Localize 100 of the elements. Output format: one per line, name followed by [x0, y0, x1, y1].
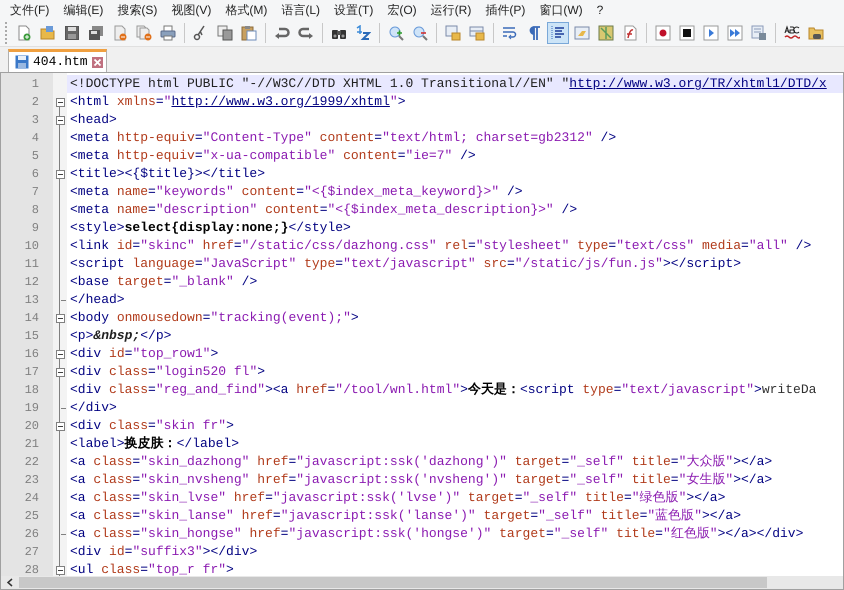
code-line: <head>	[70, 111, 117, 129]
line-number: 7	[32, 184, 39, 201]
menu-item[interactable]: 设置(T)	[327, 0, 380, 18]
scrollbar-thumb[interactable]	[19, 577, 767, 588]
scroll-left-icon[interactable]	[6, 578, 13, 587]
line-number: 19	[24, 400, 39, 417]
lock-window-icon	[469, 24, 485, 40]
record-icon	[655, 24, 671, 40]
code-line: <script language="JavaScript" type="text/javascript" src="/static/js/fun.js"></script>	[70, 255, 741, 273]
line-number: 24	[24, 490, 39, 507]
close-all-icon	[136, 24, 152, 40]
fold-toggle-icon[interactable]	[56, 350, 64, 358]
line-number: 27	[24, 544, 39, 561]
line-number: 3	[32, 112, 39, 129]
line-number: 25	[24, 508, 39, 525]
code-line: <meta http-equiv="x-ua-compatible" content="ie=7" />	[70, 147, 476, 165]
horizontal-scrollbar[interactable]	[1, 576, 843, 589]
fast-forward-icon	[727, 24, 743, 40]
menu-item[interactable]: 搜索(S)	[110, 0, 164, 18]
line-number: 10	[24, 238, 39, 255]
save-macro-icon	[751, 24, 767, 40]
indent-guide-icon	[550, 24, 566, 40]
open-folder-icon	[40, 24, 56, 40]
line-number: 22	[24, 454, 39, 471]
line-number: 26	[24, 526, 39, 543]
menu-item[interactable]: 视图(V)	[164, 0, 218, 18]
menu-item[interactable]: ?	[590, 0, 610, 18]
code-line: <base target="_blank" />	[70, 273, 258, 291]
menu-item[interactable]: 格式(M)	[218, 0, 274, 18]
menu-item[interactable]: 宏(O)	[380, 0, 424, 18]
code-line: <div class="login520 fl">	[70, 363, 266, 381]
code-line: <html xmlns="http://www.w3.org/1999/xhtml">	[70, 93, 406, 111]
code-line: <link id="skinc" href="/static/css/dazhong.css" rel="stylesheet" type="text/css" media="all" />	[70, 237, 812, 255]
code-line: <style>select{display:none;}</style>	[70, 219, 351, 237]
code-line: </head>	[70, 291, 125, 309]
code-line: </div>	[70, 399, 117, 417]
line-number: 12	[24, 274, 39, 291]
menu-item[interactable]: 编辑(E)	[56, 0, 110, 18]
fold-toggle-icon[interactable]	[56, 314, 64, 322]
line-number: 14	[24, 310, 39, 327]
menu-item[interactable]: 窗口(W)	[532, 0, 590, 18]
line-number: 23	[24, 472, 39, 489]
function-list-icon	[622, 24, 638, 40]
code-line: <meta name="keywords" content="<{$index_meta_keyword}>" />	[70, 183, 523, 201]
line-number: 17	[24, 364, 39, 381]
line-number: 15	[24, 328, 39, 345]
line-number: 8	[32, 202, 39, 219]
menu-item[interactable]: 文件(F)	[3, 0, 56, 18]
code-line: <!DOCTYPE html PUBLIC "-//W3C//DTD XHTML 1.0 Transitional//EN" "http://www.w3.org/TR/xhtml1/DTD/x	[70, 75, 827, 93]
fold-toggle-icon[interactable]	[56, 422, 64, 430]
toolbar-button[interactable]	[547, 22, 569, 44]
code-line: <a class="skin_dazhong" href="javascript:ssk('dazhong')" target="_self" title="大众版"></a>	[70, 453, 772, 471]
code-line: <body onmousedown="tracking(event);">	[70, 309, 359, 327]
code-line: <a class="skin_lanse" href="javascript:ssk('lanse')" target="_self" title="蓝色版"></a>	[70, 507, 742, 525]
line-number: 11	[24, 256, 39, 273]
save-icon	[15, 55, 29, 69]
save-all-icon	[88, 24, 104, 40]
close-file-icon	[112, 24, 128, 40]
line-number: 4	[32, 130, 39, 147]
code-line: <meta http-equiv="Content-Type" content="text/html; charset=gb2312" />	[70, 129, 616, 147]
line-number: 18	[24, 382, 39, 399]
play-icon	[703, 24, 719, 40]
code-line: <label>换皮肤：</label>	[70, 435, 240, 453]
line-number: 28	[24, 562, 39, 576]
code-line: <ul class="top_r fr">	[70, 561, 234, 576]
line-number: 6	[32, 166, 39, 183]
line-number: 5	[32, 148, 39, 165]
spellcheck-icon	[784, 24, 800, 40]
line-number: 16	[24, 346, 39, 363]
fold-toggle-icon[interactable]	[56, 368, 64, 376]
menu-item[interactable]: 插件(P)	[478, 0, 532, 18]
menu-item[interactable]: 运行(R)	[424, 0, 478, 18]
fold-toggle-icon[interactable]	[56, 566, 64, 574]
line-number: 13	[24, 292, 39, 309]
fold-toggle-icon[interactable]	[56, 98, 64, 106]
close-icon[interactable]	[92, 56, 103, 68]
menu-item[interactable]: 语言(L)	[274, 0, 327, 18]
fold-toggle-icon[interactable]	[56, 116, 64, 124]
panel-icon	[574, 24, 590, 40]
code-line: <title><{$title}></title>	[70, 165, 266, 183]
code-line: <a class="skin_hongse" href="javascript:ssk('hongse')" target="_self" title="红色版"></a></div>	[70, 525, 804, 543]
code-line: <div class="skin fr">	[70, 417, 234, 435]
code-line: <a class="skin_nvsheng" href="javascript:ssk('nvsheng')" target="_self" title="女生版"></a>	[70, 471, 772, 489]
line-number: 21	[24, 436, 39, 453]
zoom-in-icon	[388, 24, 404, 40]
paste-icon	[241, 24, 257, 40]
code-line: <meta name="description" content="<{$index_meta_description}>" />	[70, 201, 578, 219]
copy-icon	[217, 24, 233, 40]
word-wrap-icon	[502, 24, 518, 40]
document-map-icon	[598, 24, 614, 40]
code-line: <p>&nbsp;</p>	[70, 327, 172, 345]
code-line: <div id="top_row1">	[70, 345, 218, 363]
file-tab[interactable]: 404.htm	[8, 49, 107, 72]
fold-toggle-icon[interactable]	[56, 170, 64, 178]
tab-label: 404.htm	[33, 53, 88, 72]
folder-icon	[808, 24, 824, 40]
replace-icon	[355, 24, 371, 40]
code-line: <a class="skin_lvse" href="javascript:ssk('lvse')" target="_self" title="绿色版"></a>	[70, 489, 726, 507]
new-file-icon	[16, 24, 32, 40]
stop-icon	[679, 24, 695, 40]
